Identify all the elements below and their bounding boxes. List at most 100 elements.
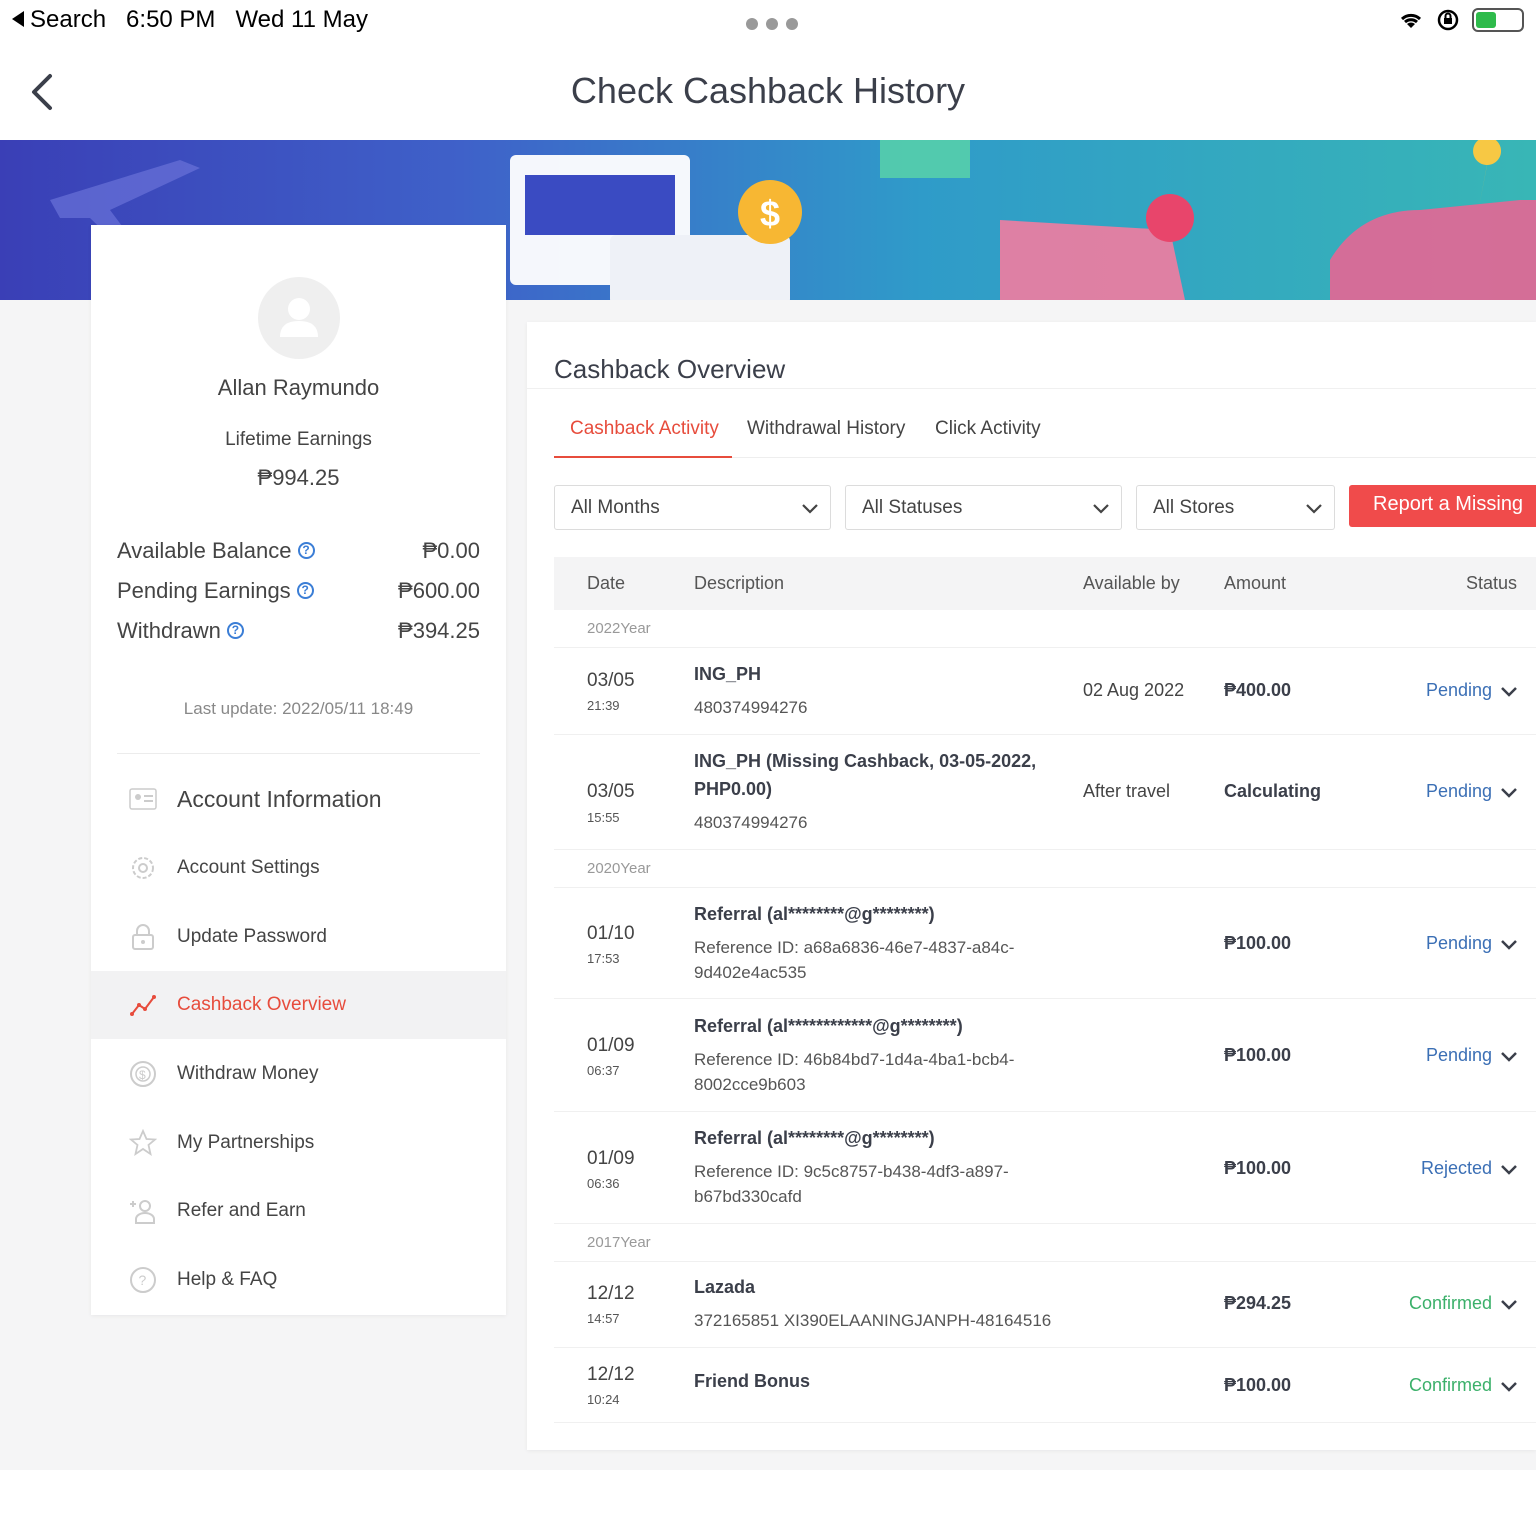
row-amount: ₱100.00 <box>1224 1375 1292 1395</box>
withdrawn-row: Withdrawn? ₱394.25 <box>117 616 480 646</box>
column-header: Status <box>1466 573 1518 593</box>
column-header: Amount <box>1224 573 1287 593</box>
nav-header: Check Cashback History <box>0 44 1536 140</box>
menu-account-settings[interactable]: Account Settings <box>91 834 506 902</box>
chevron-down-icon <box>1501 1051 1517 1062</box>
months-filter[interactable]: All Months <box>554 485 831 530</box>
chevron-down-icon <box>1501 1164 1517 1175</box>
row-time: 15:55 <box>587 810 620 825</box>
table-row[interactable]: 01/09 06:36 Referral (al********@g******… <box>554 1112 1536 1224</box>
balance-label: Pending Earnings <box>117 578 291 603</box>
id-card-icon <box>129 785 157 813</box>
row-time: 06:37 <box>587 1063 620 1078</box>
fruit-shape <box>1146 194 1194 242</box>
add-user-icon <box>129 1197 157 1225</box>
card-shape <box>610 235 790 300</box>
lock-icon <box>129 923 157 951</box>
table-row[interactable]: 03/05 15:55 ING_PH (Missing Cashback, 03… <box>554 735 1536 850</box>
help-icon[interactable]: ? <box>297 541 315 559</box>
table-row[interactable]: 03/05 21:39 ING_PH 480374994276 02 Aug 2… <box>554 648 1536 735</box>
menu-cashback-overview[interactable]: Cashback Overview <box>91 971 506 1039</box>
menu-refer-and-earn[interactable]: Refer and Earn <box>91 1177 506 1245</box>
menu-help-faq[interactable]: ? Help & FAQ <box>91 1246 506 1314</box>
row-date: 01/09 <box>587 1148 635 1169</box>
svg-text:$: $ <box>760 193 780 234</box>
row-amount: ₱294.25 <box>1224 1293 1292 1313</box>
row-date: 12/12 <box>587 1364 635 1385</box>
chevron-down-icon <box>1501 1381 1517 1392</box>
help-icon[interactable]: ? <box>226 621 244 639</box>
multitask-dots-icon[interactable] <box>746 18 798 30</box>
row-description: ING_PH (Missing Cashback, 03-05-2022, PH… <box>694 751 1037 799</box>
menu-label: Help & FAQ <box>177 1269 278 1290</box>
statuses-filter[interactable]: All Statuses <box>845 485 1122 530</box>
user-name: Allan Raymundo <box>217 375 380 400</box>
row-date: 01/10 <box>587 923 635 944</box>
lifetime-earnings-label: Lifetime Earnings <box>225 429 372 450</box>
row-status[interactable]: Pending <box>1426 680 1518 701</box>
stores-filter[interactable]: All Stores <box>1136 485 1335 530</box>
row-date: 12/12 <box>587 1283 635 1304</box>
pending-earnings-row: Pending Earnings? ₱600.00 <box>117 576 480 606</box>
report-missing-button[interactable]: Report a Missing <box>1349 485 1536 527</box>
chevron-down-icon <box>1501 686 1517 697</box>
chevron-down-icon <box>1501 939 1517 950</box>
menu-label: Withdraw Money <box>177 1063 319 1084</box>
menu-update-password[interactable]: Update Password <box>91 903 506 971</box>
back-triangle-icon <box>12 10 24 27</box>
car-shape <box>1330 200 1536 300</box>
status-label: Confirmed <box>1408 1375 1492 1395</box>
table-row[interactable]: 01/09 06:37 Referral (al************@g**… <box>554 999 1536 1112</box>
menu-label: My Partnerships <box>177 1132 315 1153</box>
filter-value: All Months <box>571 496 660 518</box>
menu-withdraw-money[interactable]: $ Withdraw Money <box>91 1040 506 1108</box>
tab-click-activity[interactable]: Click Activity <box>935 418 1041 440</box>
balance-value: ₱394.25 <box>398 618 480 643</box>
row-subtext: Reference ID: 9c5c8757-b438-4df3-a897-b6… <box>694 1162 1009 1206</box>
menu-label: Refer and Earn <box>177 1200 306 1221</box>
tab-withdrawal-history[interactable]: Withdrawal History <box>747 418 905 440</box>
row-amount: Calculating <box>1224 781 1322 801</box>
year-label: 2020Year <box>587 860 651 877</box>
row-time: 21:39 <box>587 698 620 713</box>
svg-text:$: $ <box>139 1068 146 1082</box>
row-description: Friend Bonus <box>694 1371 810 1391</box>
row-status[interactable]: Confirmed <box>1409 1293 1518 1314</box>
back-app-label: Search <box>30 6 107 33</box>
question-icon: ? <box>129 1266 157 1294</box>
row-date: 03/05 <box>587 670 635 691</box>
table-header: Date Description Available by Amount Sta… <box>554 557 1536 610</box>
star-icon <box>129 1129 157 1157</box>
table-row[interactable]: 01/10 17:53 Referral (al********@g******… <box>554 888 1536 999</box>
rotation-lock-icon <box>1437 9 1459 31</box>
year-group-header: 2022Year <box>554 610 1536 648</box>
year-group-header: 2017Year <box>554 1224 1536 1262</box>
row-status[interactable]: Confirmed <box>1409 1375 1518 1396</box>
row-available-by: 02 Aug 2022 <box>1083 680 1185 700</box>
row-date: 01/09 <box>587 1035 635 1056</box>
help-icon[interactable]: ? <box>296 581 314 599</box>
row-subtext: 480374994276 <box>694 813 808 832</box>
status-label: Pending <box>1425 933 1492 953</box>
table-row[interactable]: 12/12 10:24 Friend Bonus ₱100.00 Confirm… <box>554 1348 1536 1423</box>
row-amount: ₱100.00 <box>1224 1158 1292 1178</box>
table-row[interactable]: 12/12 14:57 Lazada 372165851 XI390ELAANI… <box>554 1262 1536 1348</box>
row-status[interactable]: Pending <box>1426 933 1518 954</box>
row-available-by: After travel <box>1083 781 1171 801</box>
row-status[interactable]: Pending <box>1426 1045 1518 1066</box>
menu-my-partnerships[interactable]: My Partnerships <box>91 1109 506 1177</box>
row-subtext: 480374994276 <box>694 698 808 717</box>
chevron-down-icon <box>1501 1299 1517 1310</box>
menu-label: Update Password <box>177 926 327 947</box>
row-status[interactable]: Pending <box>1426 781 1518 802</box>
chevron-down-icon <box>1501 787 1517 798</box>
tab-cashback-activity[interactable]: Cashback Activity <box>570 418 719 440</box>
overview-title: Cashback Overview <box>554 354 786 384</box>
balance-value: ₱0.00 <box>422 538 481 563</box>
avatar[interactable] <box>258 277 340 359</box>
row-status[interactable]: Rejected <box>1421 1158 1518 1179</box>
row-amount: ₱400.00 <box>1224 680 1292 700</box>
menu-account-information[interactable]: Account Information <box>91 765 506 833</box>
status-label: Rejected <box>1420 1158 1492 1178</box>
back-to-app[interactable]: Search <box>12 6 106 34</box>
